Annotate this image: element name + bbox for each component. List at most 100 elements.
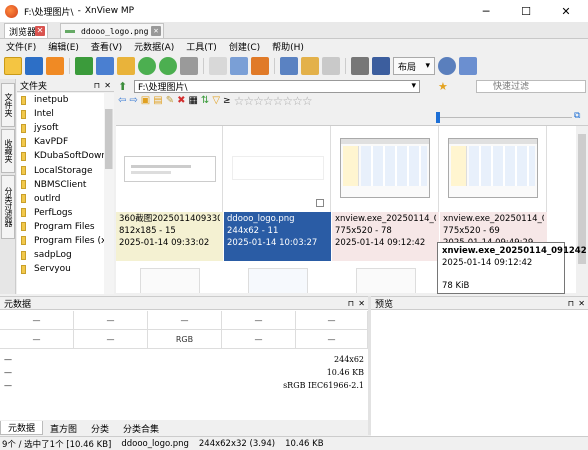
tab-image-file-close-icon[interactable]: ✕ bbox=[151, 26, 161, 36]
settings-icon[interactable] bbox=[438, 57, 456, 75]
fullscreen-icon[interactable] bbox=[25, 57, 43, 75]
folder-item[interactable]: jysoft bbox=[17, 121, 104, 135]
forward-arrow-icon[interactable]: ⇨ bbox=[129, 95, 137, 106]
slideshow-icon[interactable] bbox=[46, 57, 64, 75]
title-bar: F:\处理图片\ - XnView MP ─ ☐ ✕ bbox=[0, 0, 588, 22]
pin-icon[interactable]: ⊓ bbox=[94, 81, 100, 90]
compare-icon[interactable] bbox=[117, 57, 135, 75]
copy-folder-icon[interactable]: ▤ bbox=[153, 95, 162, 106]
scrollbar-thumb[interactable] bbox=[578, 134, 586, 264]
folder-item[interactable]: Program Files (x bbox=[17, 234, 104, 248]
move-to-icon[interactable] bbox=[96, 57, 114, 75]
rotate-right-icon[interactable] bbox=[159, 57, 177, 75]
bookmark-icon[interactable] bbox=[251, 57, 269, 75]
folder-item[interactable]: NBMSClient bbox=[17, 178, 104, 192]
tab-browser[interactable]: 浏览器 ✕ bbox=[4, 23, 48, 38]
image-adjust-icon[interactable] bbox=[180, 57, 198, 75]
slider-thumb[interactable] bbox=[436, 112, 440, 123]
vtab-favorites[interactable]: 收藏夹 bbox=[1, 129, 15, 173]
folder-item[interactable]: inetpub bbox=[17, 93, 104, 107]
tab-browser-close-icon[interactable]: ✕ bbox=[35, 26, 45, 36]
menu-help[interactable]: 帮助(H) bbox=[266, 40, 310, 53]
folder-item[interactable]: PerfLogs bbox=[17, 206, 104, 220]
metadata-cell: — bbox=[74, 330, 148, 349]
capture-icon[interactable] bbox=[280, 57, 298, 75]
compare-view-icon[interactable] bbox=[322, 57, 340, 75]
pin-icon[interactable]: ⊓ bbox=[568, 299, 574, 308]
address-field[interactable]: F:\处理图片\ ▾ bbox=[134, 79, 420, 93]
menu-tools[interactable]: 工具(T) bbox=[180, 40, 223, 53]
back-arrow-icon[interactable]: ⇦ bbox=[118, 95, 126, 106]
rotate-left-icon[interactable] bbox=[138, 57, 156, 75]
folder-icon bbox=[21, 194, 26, 204]
folder-item[interactable]: LocalStorage bbox=[17, 163, 104, 177]
filter-icon[interactable] bbox=[230, 57, 248, 75]
help-icon[interactable] bbox=[459, 57, 477, 75]
folder-open-icon[interactable] bbox=[4, 57, 22, 75]
tab-metadata[interactable]: 元数据 bbox=[0, 421, 44, 435]
layout-dropdown[interactable]: 布局 ▾ bbox=[393, 57, 435, 75]
edit-icon[interactable] bbox=[301, 57, 319, 75]
folder-item[interactable]: KavPDF bbox=[17, 135, 104, 149]
thumbnail-item[interactable]: xnview.exe_20250114_09... 775x520 - 78 2… bbox=[332, 126, 439, 261]
tab-category-set[interactable]: 分类合集 bbox=[116, 421, 166, 435]
folder-item[interactable]: Program Files bbox=[17, 220, 104, 234]
rating-filter-stars[interactable]: ☆☆☆☆☆☆☆☆ bbox=[234, 94, 313, 108]
folder-item[interactable]: sadpLog bbox=[17, 248, 104, 262]
thumbnail-image[interactable] bbox=[140, 268, 200, 293]
view-mode-icon[interactable] bbox=[209, 57, 227, 75]
favorite-star-icon[interactable]: ★ bbox=[438, 80, 448, 93]
thumbnail-dims: 812x185 - 15 bbox=[119, 226, 176, 236]
metadata-panel-title: 元数据 bbox=[4, 299, 32, 310]
tab-image-file[interactable]: ddooo_logo.png ✕ bbox=[60, 23, 164, 38]
scrollbar-thumb[interactable] bbox=[105, 109, 113, 169]
print-icon[interactable] bbox=[351, 57, 369, 75]
thumbnail-item[interactable]: 360截图202501140933027 812x185 - 15 2025-0… bbox=[116, 126, 223, 261]
view-grid-icon[interactable]: ▦ bbox=[188, 95, 197, 106]
filter-funnel-icon[interactable]: ▽ bbox=[212, 95, 220, 106]
checkbox-icon[interactable] bbox=[316, 199, 324, 207]
rename-icon[interactable]: ✎ bbox=[166, 95, 174, 106]
thumbnail-item[interactable]: ddooo_logo.png 244x62 - 11 2025-01-14 10… bbox=[224, 126, 331, 261]
menu-edit[interactable]: 编辑(E) bbox=[42, 40, 85, 53]
thumbnail-image[interactable] bbox=[248, 268, 308, 293]
quick-filter-input[interactable] bbox=[476, 79, 586, 93]
folder-icon bbox=[21, 123, 26, 133]
close-icon[interactable]: ✕ bbox=[578, 299, 585, 308]
metadata-tabs: 元数据 直方图 分类 分类合集 bbox=[0, 421, 368, 435]
menu-metadata[interactable]: 元数据(A) bbox=[128, 40, 180, 53]
sort-icon[interactable]: ⇅ bbox=[201, 95, 209, 106]
maximize-thumb-icon[interactable]: ⧉ bbox=[574, 111, 580, 121]
menu-file[interactable]: 文件(F) bbox=[0, 40, 42, 53]
vtab-folders[interactable]: 文件夹 bbox=[1, 83, 15, 127]
menu-create[interactable]: 创建(C) bbox=[223, 40, 266, 53]
go-up-icon[interactable]: ⬆ bbox=[118, 80, 127, 93]
folder-item[interactable]: Servyou bbox=[17, 262, 104, 276]
close-icon[interactable]: ✕ bbox=[104, 81, 111, 90]
copy-to-icon[interactable] bbox=[75, 57, 93, 75]
folder-item[interactable]: KDubaSoftDown bbox=[17, 149, 104, 163]
pin-icon[interactable]: ⊓ bbox=[348, 299, 354, 308]
convert-icon[interactable] bbox=[372, 57, 390, 75]
thumbnail-item[interactable]: xnview.exe_20250114_09... 775x520 - 69 2… bbox=[440, 126, 547, 261]
menu-view[interactable]: 查看(V) bbox=[85, 40, 128, 53]
thumbnail-scrollbar[interactable] bbox=[576, 126, 588, 293]
maximize-button[interactable]: ☐ bbox=[506, 0, 546, 22]
close-icon[interactable]: ✕ bbox=[358, 299, 365, 308]
minimize-button[interactable]: ─ bbox=[466, 0, 506, 22]
metadata-cell: — bbox=[296, 330, 368, 349]
chevron-down-icon: ▾ bbox=[425, 61, 430, 71]
folder-icon bbox=[21, 236, 26, 246]
delete-icon[interactable]: ✖ bbox=[177, 95, 185, 106]
thumbnail-image[interactable] bbox=[356, 268, 416, 293]
chevron-down-icon[interactable]: ▾ bbox=[411, 81, 416, 91]
folder-item[interactable]: Intel bbox=[17, 107, 104, 121]
tab-histogram[interactable]: 直方图 bbox=[43, 421, 84, 435]
tab-category[interactable]: 分类 bbox=[84, 421, 116, 435]
new-folder-icon[interactable]: ▣ bbox=[141, 95, 150, 106]
vtab-category-filter[interactable]: 分类过滤器 bbox=[1, 175, 15, 239]
thumbnail-size-slider[interactable] bbox=[436, 117, 572, 118]
folder-scrollbar[interactable] bbox=[104, 93, 114, 294]
close-window-button[interactable]: ✕ bbox=[546, 0, 586, 22]
folder-item[interactable]: outlrd bbox=[17, 192, 104, 206]
